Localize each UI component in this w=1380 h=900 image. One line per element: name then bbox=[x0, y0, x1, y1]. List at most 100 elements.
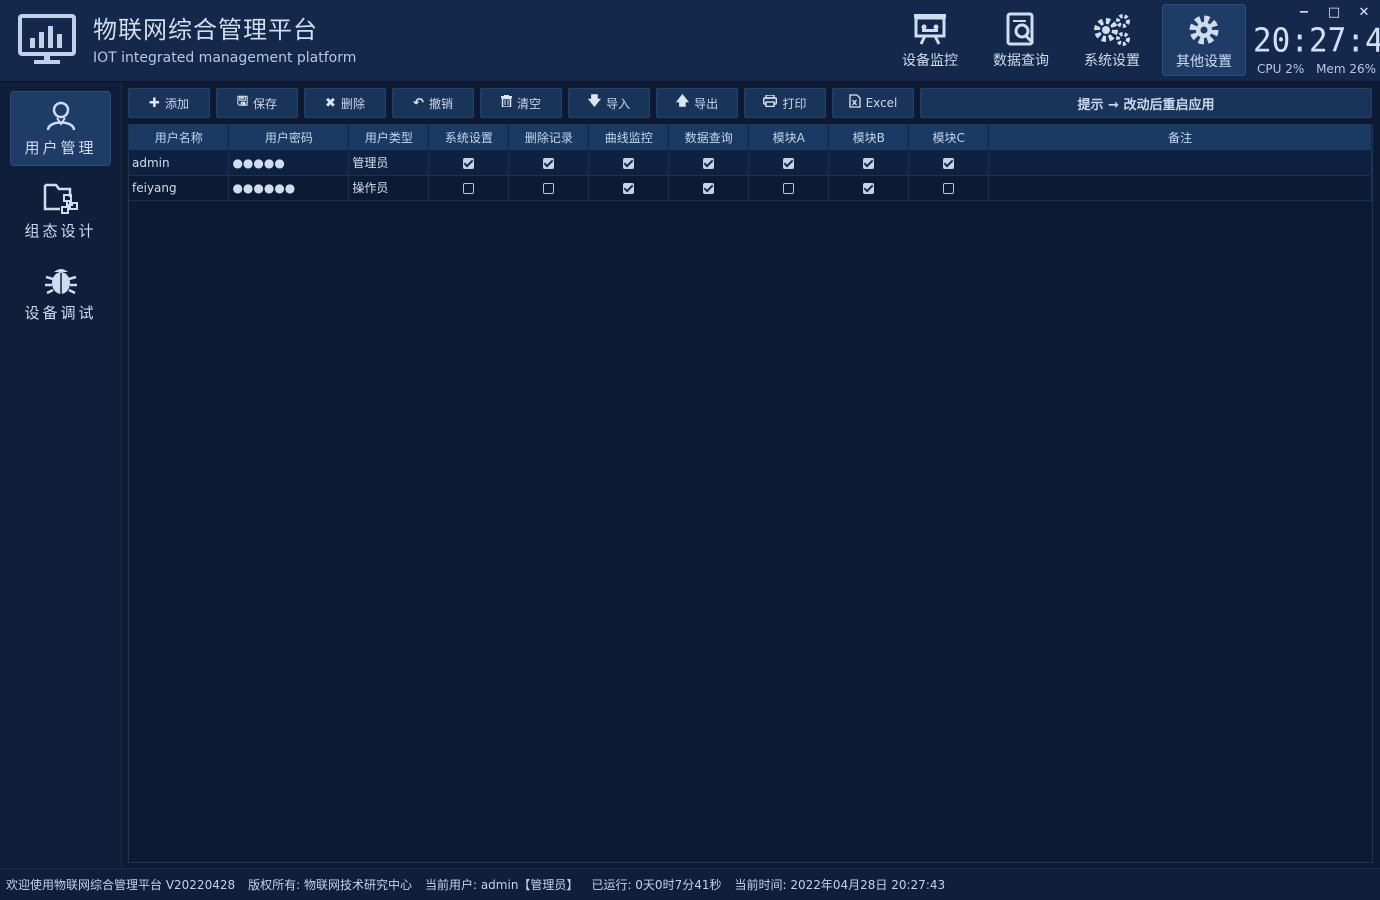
excel-file-icon bbox=[848, 94, 861, 112]
sidebar-item-user-management[interactable]: 用户管理 bbox=[10, 91, 111, 166]
cpu-usage: CPU 2% bbox=[1257, 62, 1305, 76]
maximize-button[interactable]: □ bbox=[1324, 4, 1344, 22]
print-button[interactable]: 打印 bbox=[744, 88, 826, 118]
bug-icon bbox=[44, 269, 77, 295]
cell-note[interactable] bbox=[988, 175, 1372, 201]
sidebar: 用户管理 组态设计 设备调试 bbox=[0, 83, 122, 867]
cell-user-type[interactable]: 管理员 bbox=[348, 150, 430, 176]
print-label: 打印 bbox=[782, 96, 807, 111]
sidebar-item-label: 设备调试 bbox=[24, 304, 97, 322]
column-header[interactable]: 模块B bbox=[828, 125, 910, 151]
nav-system-settings[interactable]: 系统设置 bbox=[1070, 4, 1154, 76]
restart-hint: 提示 → 改动后重启应用 bbox=[920, 88, 1372, 118]
permission-checkbox-checked[interactable] bbox=[623, 157, 635, 169]
gears-icon bbox=[1094, 14, 1130, 46]
excel-label: Excel bbox=[865, 96, 898, 110]
export-label: 导出 bbox=[694, 96, 719, 111]
column-header[interactable]: 用户密码 bbox=[228, 125, 350, 151]
column-header[interactable]: 用户类型 bbox=[348, 125, 430, 151]
column-header[interactable]: 用户名称 bbox=[129, 125, 230, 151]
close-button[interactable]: ✕ bbox=[1354, 4, 1374, 22]
title-bar: 物联网综合管理平台 IOT integrated management plat… bbox=[0, 0, 1380, 82]
permission-checkbox-checked[interactable] bbox=[783, 157, 795, 169]
column-header[interactable]: 删除记录 bbox=[508, 125, 590, 151]
digital-clock: 20:27:43 bbox=[1253, 22, 1380, 60]
cell-permission bbox=[908, 175, 990, 201]
system-usage: CPU 2% Mem 26% bbox=[1257, 62, 1380, 76]
cell-password[interactable]: ●●●●●● bbox=[228, 175, 350, 201]
permission-checkbox-unchecked[interactable] bbox=[943, 182, 955, 194]
status-current-time: 当前时间: 2022年04月28日 20:27:43 bbox=[734, 878, 946, 892]
excel-button[interactable]: Excel bbox=[832, 88, 914, 118]
sidebar-item-config-design[interactable]: 组态设计 bbox=[10, 173, 111, 248]
status-uptime: 已运行: 0天0时7分41秒 bbox=[591, 878, 722, 892]
cell-username[interactable]: feiyang bbox=[129, 175, 230, 201]
export-button[interactable]: 🡅 导出 bbox=[656, 88, 738, 118]
permission-checkbox-checked[interactable] bbox=[543, 157, 555, 169]
import-button[interactable]: 🡇 导入 bbox=[568, 88, 650, 118]
minimize-button[interactable]: − bbox=[1294, 4, 1314, 22]
cell-permission bbox=[588, 175, 670, 201]
cell-permission bbox=[828, 150, 910, 176]
table-header-row: 用户名称 用户密码 用户类型 系统设置 删除记录 曲线监控 数据查询 模块A 模… bbox=[129, 125, 1372, 151]
times-icon: ✖ bbox=[325, 95, 336, 111]
add-button[interactable]: ✚ 添加 bbox=[128, 88, 210, 118]
permission-checkbox-checked[interactable] bbox=[863, 182, 875, 194]
column-header[interactable]: 模块A bbox=[748, 125, 830, 151]
user-table: 用户名称 用户密码 用户类型 系统设置 删除记录 曲线监控 数据查询 模块A 模… bbox=[129, 125, 1372, 201]
mem-usage: Mem 26% bbox=[1316, 62, 1376, 76]
gear-icon bbox=[1189, 15, 1219, 45]
permission-checkbox-checked[interactable] bbox=[463, 157, 475, 169]
nav-other-settings[interactable]: 其他设置 bbox=[1162, 4, 1246, 76]
clear-button[interactable]: 清空 bbox=[480, 88, 562, 118]
column-header[interactable]: 数据查询 bbox=[668, 125, 750, 151]
cell-username[interactable]: admin bbox=[129, 150, 230, 176]
column-header[interactable]: 曲线监控 bbox=[588, 125, 670, 151]
monitor-board-icon bbox=[914, 14, 946, 45]
floppy-save-icon: 🖫 bbox=[236, 94, 249, 109]
column-header[interactable]: 备注 bbox=[988, 125, 1372, 151]
permission-checkbox-checked[interactable] bbox=[703, 182, 715, 194]
permission-checkbox-checked[interactable] bbox=[623, 182, 635, 194]
nav-data-query[interactable]: 数据查询 bbox=[979, 4, 1063, 76]
sidebar-item-device-debug[interactable]: 设备调试 bbox=[10, 255, 111, 330]
status-copyright: 版权所有: 物联网技术研究中心 bbox=[248, 878, 412, 892]
cell-permission bbox=[748, 150, 830, 176]
delete-label: 删除 bbox=[340, 96, 365, 111]
clear-label: 清空 bbox=[516, 96, 541, 111]
undo-label: 撤销 bbox=[428, 96, 453, 111]
app-subtitle: IOT integrated management platform bbox=[93, 50, 357, 66]
permission-checkbox-checked[interactable] bbox=[703, 157, 715, 169]
permission-checkbox-unchecked[interactable] bbox=[783, 182, 795, 194]
permission-checkbox-checked[interactable] bbox=[863, 157, 875, 169]
table-row[interactable]: admin ●●●●● 管理员 bbox=[129, 150, 1372, 176]
undo-arrow-icon: ↶ bbox=[413, 95, 424, 111]
nav-device-monitor[interactable]: 设备监控 bbox=[888, 4, 972, 76]
column-header[interactable]: 模块C bbox=[908, 125, 990, 151]
cell-password[interactable]: ●●●●● bbox=[228, 150, 350, 176]
app-title: 物联网综合管理平台 bbox=[93, 16, 318, 44]
cell-note[interactable] bbox=[988, 150, 1372, 176]
nav-label: 数据查询 bbox=[993, 53, 1049, 69]
config-design-icon bbox=[43, 183, 78, 214]
import-label: 导入 bbox=[606, 96, 631, 111]
nav-label: 设备监控 bbox=[902, 53, 958, 69]
permission-checkbox-unchecked[interactable] bbox=[463, 182, 475, 194]
data-search-icon bbox=[1006, 12, 1035, 46]
table-row[interactable]: feiyang ●●●●●● 操作员 bbox=[129, 175, 1372, 201]
cell-permission bbox=[668, 150, 750, 176]
undo-button[interactable]: ↶ 撤销 bbox=[392, 88, 474, 118]
cell-permission bbox=[428, 150, 510, 176]
column-header[interactable]: 系统设置 bbox=[428, 125, 510, 151]
delete-button[interactable]: ✖ 删除 bbox=[304, 88, 386, 118]
cell-permission bbox=[668, 175, 750, 201]
permission-checkbox-unchecked[interactable] bbox=[543, 182, 555, 194]
permission-checkbox-checked[interactable] bbox=[943, 157, 955, 169]
arrow-down-icon: 🡇 bbox=[587, 94, 602, 109]
nav-label: 其他设置 bbox=[1176, 54, 1232, 70]
save-label: 保存 bbox=[253, 96, 278, 111]
save-button[interactable]: 🖫 保存 bbox=[216, 88, 298, 118]
sidebar-item-label: 组态设计 bbox=[24, 222, 97, 240]
chart-monitor-icon bbox=[18, 14, 76, 64]
cell-user-type[interactable]: 操作员 bbox=[348, 175, 430, 201]
